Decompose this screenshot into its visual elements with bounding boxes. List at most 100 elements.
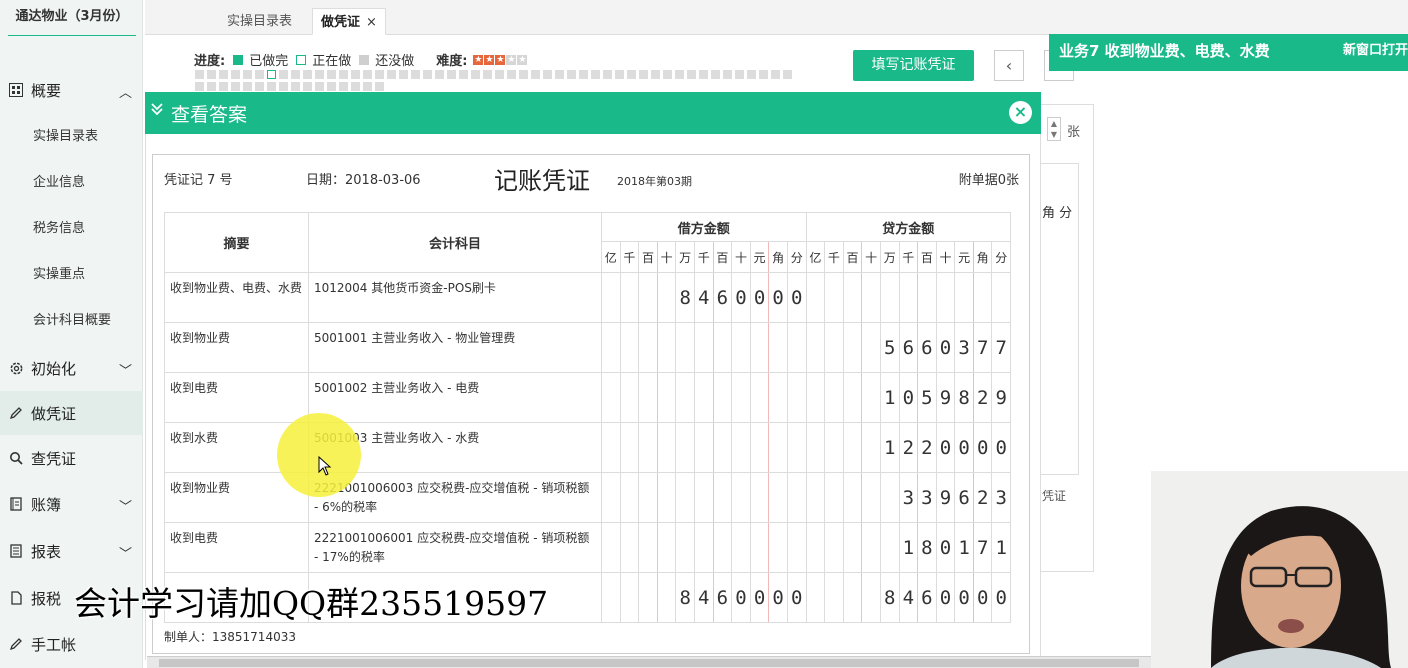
progress-cell[interactable] — [303, 82, 312, 91]
progress-cell[interactable] — [363, 82, 372, 91]
progress-cell[interactable] — [495, 70, 504, 79]
nav-reports[interactable]: 报表 ﹀ — [0, 529, 143, 573]
new-window-link[interactable]: 新窗口打开 — [1343, 34, 1408, 68]
progress-cell[interactable] — [543, 70, 552, 79]
progress-cell[interactable] — [255, 82, 264, 91]
nav-ledger[interactable]: 账簿 ﹀ — [0, 482, 143, 526]
progress-cell[interactable] — [783, 70, 792, 79]
scrollbar-thumb[interactable] — [159, 659, 1139, 667]
progress-cell[interactable] — [519, 70, 528, 79]
progress-cell[interactable] — [735, 70, 744, 79]
amount-digit — [786, 422, 807, 473]
progress-cell[interactable] — [291, 82, 300, 91]
progress-cell[interactable] — [579, 70, 588, 79]
progress-cell[interactable] — [315, 82, 324, 91]
progress-cell[interactable] — [567, 70, 576, 79]
progress-cell[interactable] — [207, 70, 216, 79]
nav-overview[interactable]: 概要 ︿ — [0, 68, 143, 112]
progress-cell[interactable] — [219, 70, 228, 79]
progress-cell[interactable] — [231, 82, 240, 91]
progress-cell[interactable] — [267, 82, 276, 91]
progress-cell[interactable] — [747, 70, 756, 79]
prev-button[interactable]: ‹ — [994, 50, 1024, 81]
progress-cell[interactable] — [339, 82, 348, 91]
progress-cell[interactable] — [195, 70, 204, 79]
horizontal-scrollbar[interactable] — [147, 656, 1151, 668]
progress-cell[interactable] — [399, 70, 408, 79]
fill-voucher-button[interactable]: 填写记账凭证 — [853, 50, 974, 81]
progress-cell[interactable] — [351, 82, 360, 91]
nav-make-voucher[interactable]: 做凭证 — [0, 391, 143, 435]
close-icon[interactable]: × — [366, 15, 377, 30]
sidebar-item-key-points[interactable]: 实操重点 — [33, 265, 85, 285]
progress-cell[interactable] — [711, 70, 720, 79]
progress-cell[interactable] — [627, 70, 636, 79]
amount-digit — [861, 472, 881, 523]
progress-cell[interactable] — [255, 70, 264, 79]
progress-cell[interactable] — [591, 70, 600, 79]
progress-cell[interactable] — [387, 70, 396, 79]
sidebar-item-company-info[interactable]: 企业信息 — [33, 173, 85, 193]
sidebar: 通达物业（3月份） 概要 ︿ 实操目录表 企业信息 税务信息 实操重点 会计科目… — [0, 0, 143, 668]
double-chevron-down-icon[interactable] — [151, 102, 163, 120]
progress-cell[interactable] — [759, 70, 768, 79]
progress-cell[interactable] — [375, 70, 384, 79]
progress-cell[interactable] — [231, 70, 240, 79]
sidebar-item-catalog[interactable]: 实操目录表 — [33, 127, 98, 147]
progress-cell[interactable] — [351, 70, 360, 79]
progress-cell[interactable] — [243, 82, 252, 91]
progress-cell[interactable] — [471, 70, 480, 79]
progress-cell[interactable] — [303, 70, 312, 79]
amount-digit: 6 — [712, 272, 733, 323]
progress-cell[interactable] — [207, 82, 216, 91]
credit-header: 贷方金额 — [805, 212, 1012, 242]
progress-cell[interactable] — [639, 70, 648, 79]
progress-cell[interactable] — [363, 70, 372, 79]
progress-cell[interactable] — [687, 70, 696, 79]
progress-cell[interactable] — [699, 70, 708, 79]
progress-cell[interactable] — [279, 82, 288, 91]
amount-digit: 4 — [693, 572, 714, 623]
progress-cell[interactable] — [675, 70, 684, 79]
progress-cell[interactable] — [411, 70, 420, 79]
progress-cell[interactable] — [327, 70, 336, 79]
progress-cell[interactable] — [483, 70, 492, 79]
close-icon[interactable]: × — [1009, 101, 1032, 124]
progress-cell[interactable] — [327, 82, 336, 91]
amount-digit — [731, 372, 751, 423]
progress-cell[interactable] — [459, 70, 468, 79]
progress-cell[interactable] — [555, 70, 564, 79]
progress-cell[interactable] — [531, 70, 540, 79]
progress-cell[interactable] — [291, 70, 300, 79]
nav-query-voucher[interactable]: 查凭证 — [0, 436, 143, 480]
progress-cell[interactable] — [615, 70, 624, 79]
progress-cell[interactable] — [219, 82, 228, 91]
amount-digit — [842, 322, 863, 373]
progress-cell[interactable] — [339, 70, 348, 79]
summary-cell: 收到电费 — [164, 372, 309, 423]
progress-cell[interactable] — [267, 70, 276, 79]
progress-cell[interactable] — [771, 70, 780, 79]
amount-digit: 6 — [712, 572, 733, 623]
progress-cell[interactable] — [279, 70, 288, 79]
tab-catalog[interactable]: 实操目录表 — [219, 8, 300, 35]
progress-cell[interactable] — [447, 70, 456, 79]
progress-cell[interactable] — [603, 70, 612, 79]
progress-cell[interactable] — [507, 70, 516, 79]
progress-cell[interactable] — [663, 70, 672, 79]
sidebar-item-tax-info[interactable]: 税务信息 — [33, 219, 85, 239]
progress-cell[interactable] — [435, 70, 444, 79]
progress-cell[interactable] — [651, 70, 660, 79]
tab-make-voucher[interactable]: 做凭证 × — [312, 8, 386, 35]
amount-digit — [656, 422, 677, 473]
nav-init[interactable]: 初始化 ﹀ — [0, 346, 143, 390]
progress-cell[interactable] — [375, 82, 384, 91]
sidebar-item-accounts-overview[interactable]: 会计科目概要 — [33, 311, 111, 331]
progress-cell[interactable] — [243, 70, 252, 79]
progress-cell[interactable] — [315, 70, 324, 79]
progress-cell[interactable] — [723, 70, 732, 79]
nav-manual-ledger[interactable]: 手工帐 — [0, 622, 143, 666]
progress-cell[interactable] — [423, 70, 432, 79]
stepper-icon[interactable]: ▲ ▼ — [1047, 117, 1061, 141]
progress-cell[interactable] — [195, 82, 204, 91]
